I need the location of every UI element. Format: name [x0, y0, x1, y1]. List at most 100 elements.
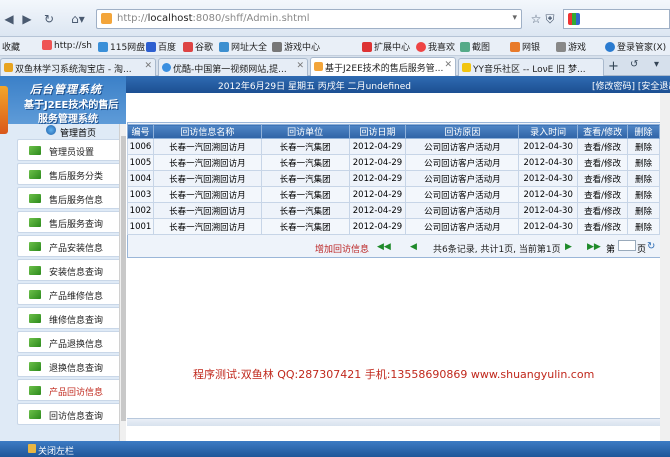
sidebar-item-repair-info[interactable]: 产品维修信息	[17, 283, 125, 305]
folder-icon	[29, 266, 41, 275]
reload-button[interactable]: ↻	[40, 10, 58, 28]
view-edit-link[interactable]: 查看/修改	[577, 186, 629, 203]
table-cell: 长春一汽集团	[260, 138, 350, 155]
delete-link[interactable]: 删除	[627, 138, 660, 155]
sidebar-toggle-tab[interactable]	[0, 86, 8, 134]
paw-icon	[146, 42, 156, 52]
heart-icon	[416, 42, 426, 52]
view-edit-link[interactable]: 查看/修改	[577, 202, 629, 219]
prev-page-icon[interactable]: ◀	[410, 242, 417, 252]
header-links[interactable]: [修改密码] [安全退出]	[592, 79, 670, 92]
sidebar-item-return-query[interactable]: 退换信息查询	[17, 355, 125, 377]
table-cell: 1001	[127, 218, 154, 235]
column-header: 删除	[627, 124, 660, 139]
browser-toolbar: ◀ ▶ ↻ ⌂▾ http://localhost:8080/shff/Admi…	[0, 0, 670, 37]
bookmark-item[interactable]: 网址大全	[219, 40, 267, 53]
close-icon[interactable]: ✕	[144, 61, 152, 71]
brand-banner: 后台管理系统 基于J2EE技术的售后 服务管理系统	[0, 76, 126, 125]
close-icon[interactable]: ✕	[444, 60, 452, 70]
bookmark-item[interactable]: 截图	[460, 40, 490, 53]
folder-icon	[29, 194, 41, 203]
close-icon[interactable]: ✕	[296, 61, 304, 71]
tab-admin[interactable]: 基于J2EE技术的售后服务管... ✕	[310, 57, 456, 77]
main-scrollbar[interactable]	[660, 93, 670, 441]
sidebar-item-label: 维修信息查询	[49, 316, 104, 326]
sidebar-item-repair-query[interactable]: 维修信息查询	[17, 307, 125, 329]
new-tab-icon[interactable]: +	[608, 59, 619, 74]
bookmark-item[interactable]: 百度	[146, 40, 176, 53]
tab-menu-icon[interactable]: ▾	[654, 59, 659, 70]
tab-taobao[interactable]: 双鱼林学习系统淘宝店 - 淘... ✕	[0, 58, 156, 76]
sidebar-item-return-info[interactable]: 产品退换信息	[17, 331, 125, 353]
view-edit-link[interactable]: 查看/修改	[577, 154, 629, 171]
add-visit-link[interactable]: 增加回访信息	[315, 242, 369, 255]
view-edit-link[interactable]: 查看/修改	[577, 170, 629, 187]
bookmark-item[interactable]: 网银	[510, 40, 540, 53]
bookmark-item[interactable]: 登录管家(X)	[605, 40, 666, 53]
table-cell: 2012-04-30	[518, 154, 579, 171]
table-cell: 公司回访客户活动月	[405, 170, 520, 187]
sidebar-item-service-category[interactable]: 售后服务分类	[17, 163, 125, 185]
search-engine-icon	[568, 13, 580, 25]
back-button[interactable]: ◀	[2, 10, 16, 28]
table-cell: 长春一汽回溯回访月	[152, 186, 262, 203]
restore-tab-icon[interactable]: ↺	[630, 59, 638, 70]
bookmark-item[interactable]: 游戏	[556, 40, 586, 53]
view-edit-link[interactable]: 查看/修改	[577, 218, 629, 235]
bookmark-item[interactable]: 我喜欢	[416, 40, 455, 53]
home-button[interactable]: ⌂▾	[64, 10, 92, 28]
visit-table: 编号 回访信息名称 回访单位 回访日期 回访原因 录入时间 查看/修改 删除 1006 长春一汽…	[127, 124, 660, 235]
sidebar-item-visit-query[interactable]: 回访信息查询	[17, 403, 125, 425]
sidebar-item-admin-settings[interactable]: 管理员设置	[17, 139, 125, 161]
bookmark-item[interactable]: 游戏中心	[272, 40, 320, 53]
bookmark-item[interactable]: 115网盘	[98, 40, 145, 53]
tab-yy[interactable]: YY音乐社区 -- LoνE 旧 梦...	[458, 58, 604, 76]
sidebar-item-service-query[interactable]: 售后服务查询	[17, 211, 125, 233]
table-row: 1006 长春一汽回溯回访月 长春一汽集团 2012-04-29 公司回访客户活动月 20…	[127, 138, 660, 155]
sidebar-item-install-info[interactable]: 产品安装信息	[17, 235, 125, 257]
delete-link[interactable]: 删除	[627, 202, 660, 219]
bookmark-item[interactable]: http://sh	[42, 40, 92, 51]
address-dropdown-icon[interactable]: ▾	[512, 13, 517, 23]
forward-button[interactable]: ▶	[18, 10, 36, 28]
table-cell: 长春一汽回溯回访月	[152, 154, 262, 171]
page-number-input[interactable]	[618, 240, 636, 251]
go-page-icon[interactable]: ↻	[647, 241, 655, 252]
bookmark-item[interactable]: 谷歌	[183, 40, 213, 53]
sidebar-item-service-info[interactable]: 售后服务信息	[17, 187, 125, 209]
sidebar-home[interactable]: 管理首页	[0, 124, 126, 139]
column-header: 回访日期	[348, 124, 407, 139]
delete-link[interactable]: 删除	[627, 218, 660, 235]
table-cell: 2012-04-30	[518, 138, 579, 155]
next-page-icon[interactable]: ▶	[565, 242, 572, 252]
bookmark-item[interactable]: 扩展中心	[362, 40, 410, 53]
last-page-icon[interactable]: ▶▶	[587, 242, 601, 252]
search-input[interactable]	[563, 9, 670, 29]
bookmark-favorites[interactable]: 收藏	[2, 40, 20, 53]
folder-icon	[29, 290, 41, 299]
sidebar-item-install-query[interactable]: 安装信息查询	[17, 259, 125, 281]
panel-icon	[28, 444, 36, 453]
address-bar[interactable]: http://localhost:8080/shff/Admin.shtml ▾	[96, 9, 522, 29]
page-suffix: 页	[637, 245, 647, 255]
delete-link[interactable]: 删除	[627, 170, 660, 187]
bookmark-icon	[42, 40, 52, 50]
page-label: 第	[606, 245, 616, 255]
delete-link[interactable]: 删除	[627, 154, 660, 171]
close-left-panel-button[interactable]: 关闭左栏	[38, 444, 74, 457]
main-content: 编号 回访信息名称 回访单位 回访日期 回访原因 录入时间 查看/修改 删除 1006 长春一汽…	[127, 93, 670, 441]
sidebar-item-label: 退换信息查询	[49, 364, 104, 374]
sidebar-scrollbar[interactable]	[119, 124, 126, 441]
view-edit-link[interactable]: 查看/修改	[577, 138, 629, 155]
table-header-row: 编号 回访信息名称 回访单位 回访日期 回访原因 录入时间 查看/修改 删除	[127, 124, 660, 139]
scrollbar-thumb[interactable]	[121, 136, 126, 421]
delete-link[interactable]: 删除	[627, 186, 660, 203]
sidebar-item-visit-info[interactable]: 产品回访信息	[17, 379, 125, 401]
tab-youku[interactable]: 优酷-中国第一视频网站,提... ✕	[158, 58, 308, 76]
shield-icon[interactable]: ⛨	[541, 10, 559, 28]
pager-info: 共6条记录, 共计1页, 当前第1页	[433, 245, 561, 255]
sidebar-item-label: 售后服务查询	[49, 220, 104, 230]
first-page-icon[interactable]: ◀◀	[377, 242, 391, 252]
table-cell: 2012-04-29	[348, 186, 407, 203]
column-header: 编号	[127, 124, 154, 139]
